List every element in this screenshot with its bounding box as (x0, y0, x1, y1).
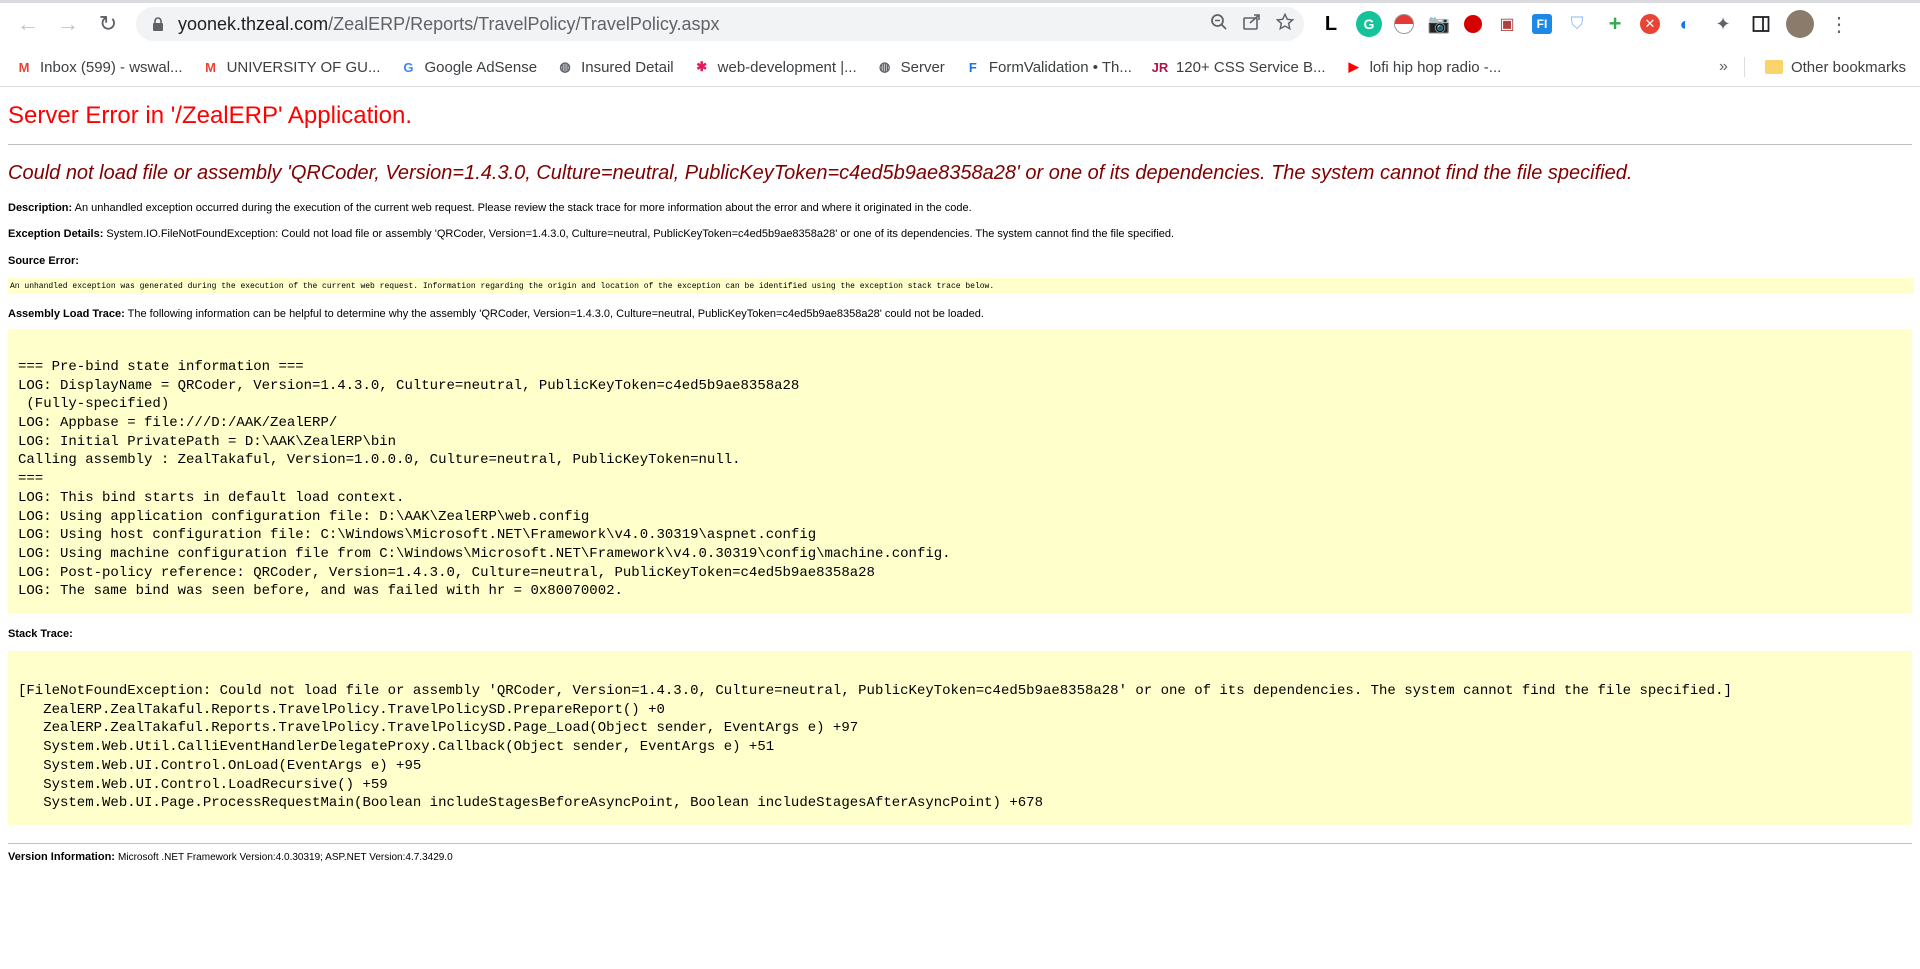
error-page: Server Error in '/ZealERP' Application. … (8, 96, 1914, 864)
version-info: Version Information: Microsoft .NET Fram… (8, 850, 1912, 864)
address-bar[interactable]: yoonek.thzeal.com/ZealERP/Reports/Travel… (136, 7, 1304, 41)
screenshot-icon[interactable]: ▣ (1494, 11, 1520, 37)
edge-extension-icon[interactable]: ◐ (1672, 11, 1698, 37)
assembly-trace-box: === Pre-bind state information === LOG: … (8, 329, 1912, 614)
gmail-icon: M (205, 59, 216, 75)
bookmark-item[interactable]: JR 120+ CSS Service B... (1142, 53, 1336, 81)
version-text: Microsoft .NET Framework Version:4.0.303… (118, 851, 453, 863)
bookmark-star-icon[interactable] (1275, 12, 1295, 36)
version-label: Version Information: (8, 850, 115, 863)
pokeball-icon[interactable] (1394, 14, 1414, 34)
assembly-load-trace: Assembly Load Trace: The following infor… (8, 307, 1912, 321)
more-bookmarks-chevron-icon[interactable]: » (1719, 58, 1728, 76)
forward-arrow-icon[interactable]: → (50, 6, 86, 42)
bookmark-item[interactable]: M UNIVERSITY OF GU... (193, 53, 391, 81)
bookmark-item[interactable]: ▶ lofi hip hop radio -... (1336, 53, 1512, 81)
bookmarks-divider (1743, 57, 1745, 77)
bookmark-item[interactable]: ◍ Insured Detail (547, 53, 684, 81)
exception-label: Exception Details: (8, 228, 104, 241)
jr-icon: JR (1151, 59, 1169, 75)
browser-toolbar: ← → ↻ yoonek.thzeal.com/ZealERP/Reports/… (0, 0, 1920, 48)
bookmark-item[interactable]: ✱ web-development |... (684, 53, 867, 81)
exception-text: System.IO.FileNotFoundException: Could n… (106, 228, 1175, 241)
camera-icon[interactable]: 📷 (1426, 11, 1452, 37)
bookmark-label: Google AdSense (424, 58, 538, 76)
bookmark-item[interactable]: F FormValidation • Th... (955, 53, 1142, 81)
bookmark-item[interactable]: ◍ Server (867, 53, 955, 81)
assembly-label: Assembly Load Trace: (8, 307, 125, 320)
bookmark-label: lofi hip hop radio -... (1369, 58, 1502, 76)
lock-icon[interactable] (150, 16, 166, 32)
folder-icon (1764, 60, 1783, 74)
profile-avatar[interactable] (1786, 10, 1814, 38)
bookmark-label: Inbox (599) - wswal... (40, 58, 183, 76)
source-error-box: An unhandled exception was generated dur… (8, 277, 1914, 294)
other-bookmarks-label: Other bookmarks (1790, 58, 1906, 76)
bookmark-label: UNIVERSITY OF GU... (226, 58, 381, 76)
description-text: An unhandled exception occurred during t… (74, 202, 972, 214)
error-heading: Could not load file or assembly 'QRCoder… (8, 162, 1633, 184)
shield-icon[interactable]: ⛉ (1564, 11, 1590, 37)
slack-icon: ✱ (696, 59, 708, 74)
stack-trace-section: Stack Trace: (8, 627, 1912, 641)
grammarly-icon[interactable]: G (1356, 11, 1382, 37)
bookmarks-bar: M Inbox (599) - wswal... M UNIVERSITY OF GU… (0, 48, 1920, 87)
bookmark-label: web-development |... (717, 58, 857, 76)
menu-kebab-icon[interactable]: ⋮ (1826, 11, 1852, 37)
stack-trace-box: [FileNotFoundException: Could not load f… (8, 651, 1912, 825)
fi-extension-icon[interactable]: FI (1532, 14, 1552, 34)
plus-extension-icon[interactable]: + (1602, 11, 1628, 37)
assembly-text: The following information can be helpful… (127, 307, 984, 320)
extensions-puzzle-icon[interactable]: ✦ (1710, 11, 1736, 37)
reload-icon[interactable]: ↻ (90, 6, 126, 42)
source-error: Source Error: (8, 254, 1912, 268)
bookmark-item[interactable]: G Google AdSense (390, 53, 547, 81)
bookmark-label: Server (900, 58, 945, 76)
url-text[interactable]: yoonek.thzeal.com/ZealERP/Reports/Travel… (178, 14, 720, 35)
share-icon[interactable] (1242, 13, 1262, 36)
stack-label: Stack Trace: (8, 628, 73, 641)
description: Description: An unhandled exception occu… (8, 201, 1912, 215)
description-label: Description: (8, 202, 73, 214)
close-extension-icon[interactable]: ✕ (1640, 14, 1660, 34)
source-error-label: Source Error: (8, 254, 79, 267)
exception-details: Exception Details: System.IO.FileNotFoun… (8, 227, 1912, 241)
other-bookmarks[interactable]: Other bookmarks (1761, 53, 1910, 81)
bookmark-label: FormValidation • Th... (988, 58, 1132, 76)
bookmark-label: 120+ CSS Service B... (1175, 58, 1326, 76)
extension-l-icon[interactable]: L (1318, 11, 1344, 37)
formvalidation-icon: F (968, 59, 977, 75)
youtube-icon: ▶ (1348, 59, 1359, 74)
zoom-icon[interactable] (1210, 13, 1228, 36)
page-title: Server Error in '/ZealERP' Application. (8, 102, 412, 129)
bookmark-label: Insured Detail (581, 58, 674, 76)
divider (8, 144, 1912, 145)
record-icon[interactable] (1464, 15, 1482, 33)
back-arrow-icon[interactable]: ← (10, 6, 46, 42)
google-icon: G (403, 59, 414, 75)
divider (8, 842, 1912, 844)
bookmark-item[interactable]: M Inbox (599) - wswal... (6, 53, 193, 81)
globe-icon: ◍ (878, 59, 891, 74)
gmail-icon: M (18, 59, 30, 75)
window-top-edge (0, 0, 1920, 3)
side-panel-icon[interactable] (1748, 11, 1774, 37)
globe-icon: ◍ (559, 59, 571, 74)
